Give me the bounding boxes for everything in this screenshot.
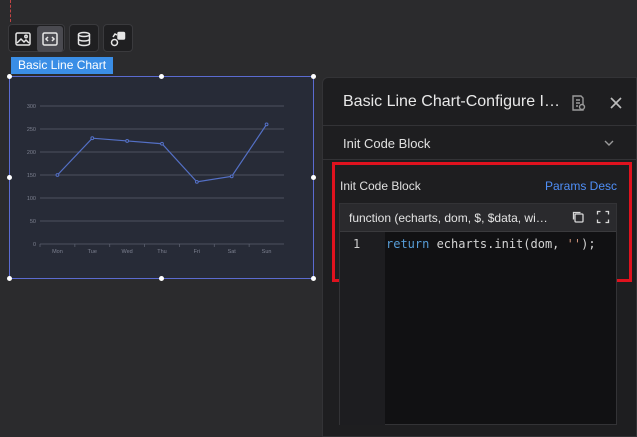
section-label: Init Code Block	[343, 136, 431, 151]
data-point[interactable]	[90, 136, 95, 141]
code-string: ''	[566, 237, 582, 251]
y-tick-label: 0	[33, 242, 36, 248]
code-layer-icon	[42, 32, 58, 46]
image-layer-button[interactable]	[10, 26, 36, 52]
y-tick-label: 200	[27, 150, 36, 156]
x-tick-label: Tue	[88, 249, 97, 255]
resize-handle-bottom[interactable]	[159, 276, 164, 281]
image-layer-icon	[15, 32, 31, 46]
x-tick-label: Mon	[52, 249, 63, 255]
line-number-gutter	[340, 232, 385, 425]
code-editor-header: function (echarts, dom, $, $data, window…	[340, 204, 616, 232]
resize-handle-right[interactable]	[311, 175, 316, 180]
shapes-icon	[110, 31, 126, 47]
chart-component[interactable]: 0 50 100 150 200 250 300 Mon Tue Wed Thu Fri Sat Sun	[9, 76, 314, 279]
data-point[interactable]	[125, 139, 130, 143]
close-icon[interactable]	[607, 94, 625, 112]
code-body: echarts.init(dom,	[429, 237, 567, 251]
resize-handle-bottom-right[interactable]	[311, 276, 316, 281]
y-tick-label: 250	[27, 127, 36, 133]
y-tick-label: 50	[30, 219, 36, 225]
guide-line	[10, 0, 11, 22]
panel-header: Basic Line Chart-Configure Items	[323, 78, 636, 126]
toolbar-group-layers	[8, 24, 65, 52]
line-chart: 0 50 100 150 200 250 300 Mon Tue Wed Thu Fri Sat Sun	[27, 104, 284, 255]
data-point[interactable]	[194, 180, 199, 184]
y-tick-label: 150	[27, 173, 36, 179]
resize-handle-top-right[interactable]	[311, 74, 316, 79]
resize-handle-bottom-left[interactable]	[7, 276, 12, 281]
fullscreen-icon[interactable]	[596, 210, 610, 224]
function-signature: function (echarts, dom, $, $data, window…	[349, 211, 554, 225]
toolbar-group-shapes	[103, 24, 133, 52]
x-tick-label: Thu	[157, 249, 166, 255]
x-tick-label: Sat	[228, 249, 237, 255]
x-tick-label: Wed	[122, 249, 133, 255]
y-tick-label: 300	[27, 104, 36, 110]
resize-handle-top[interactable]	[159, 74, 164, 79]
toolbar-group-data	[69, 24, 99, 52]
document-help-icon[interactable]	[569, 94, 587, 112]
database-icon	[77, 31, 91, 47]
code-editor[interactable]: function (echarts, dom, $, $data, window…	[339, 203, 617, 425]
data-point[interactable]	[55, 173, 60, 177]
x-tick-label: Sun	[262, 249, 272, 255]
data-point[interactable]	[264, 122, 269, 127]
component-name-tag[interactable]: Basic Line Chart	[11, 57, 114, 74]
panel-title: Basic Line Chart-Configure Items	[343, 93, 563, 110]
code-line[interactable]: return echarts.init(dom, '');	[386, 237, 596, 251]
y-tick-label: 100	[27, 196, 36, 202]
data-point[interactable]	[160, 141, 164, 146]
component-toolbar	[8, 24, 133, 52]
series-line	[56, 124, 268, 183]
shapes-button[interactable]	[105, 26, 131, 52]
copy-icon[interactable]	[571, 210, 585, 224]
code-end: );	[581, 237, 596, 251]
params-desc-link[interactable]: Params Desc	[545, 179, 617, 193]
init-code-section-header[interactable]: Init Code Block	[323, 126, 636, 160]
code-keyword: return	[386, 237, 430, 251]
database-button[interactable]	[71, 26, 97, 52]
code-layer-button[interactable]	[37, 26, 63, 52]
resize-handle-left[interactable]	[7, 175, 12, 180]
chevron-down-icon[interactable]	[602, 136, 616, 150]
resize-handle-top-left[interactable]	[7, 74, 12, 79]
x-tick-label: Fri	[194, 249, 200, 255]
configure-panel: Basic Line Chart-Configure Items Init Co…	[322, 77, 637, 437]
init-code-label: Init Code Block	[340, 179, 421, 193]
data-point[interactable]	[229, 174, 234, 179]
line-number: 1	[353, 237, 361, 251]
editor-canvas: Basic Line Chart 0 50 100 150 200 250 300 Mon Tu…	[0, 0, 637, 437]
